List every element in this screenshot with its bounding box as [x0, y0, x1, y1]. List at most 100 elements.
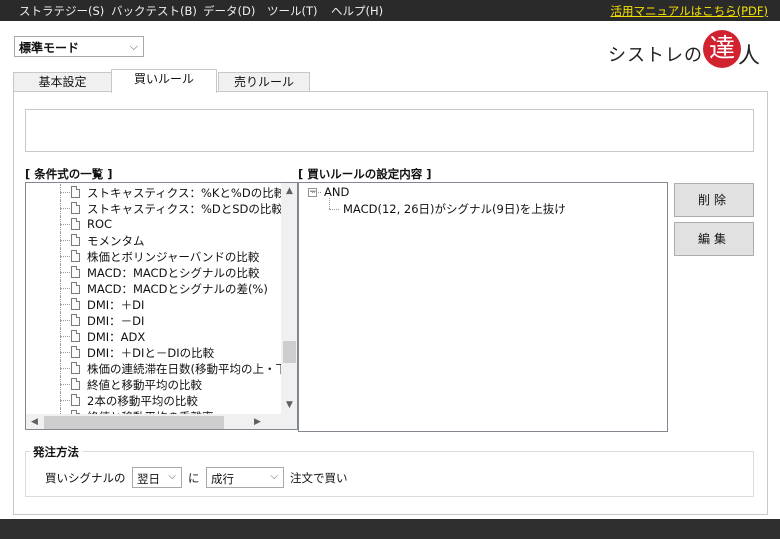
tree-connector [60, 256, 70, 257]
tab-sell-rules[interactable]: 売りルール [218, 72, 310, 91]
conditions-label: [ 条件式の一覧 ] [25, 167, 113, 181]
tree-connector [329, 198, 330, 209]
scroll-right-icon[interactable]: ▶ [249, 414, 266, 429]
document-icon [71, 282, 80, 294]
app-logo: シストレの 達 人 [608, 28, 761, 72]
tree-connector [60, 304, 70, 305]
condition-label: 株価の連続滞在日数(移動平均の上・下) [87, 362, 281, 376]
chevron-down-icon: ⌵ [270, 471, 278, 482]
order-type-value: 成行 [211, 472, 234, 486]
logo-text-suffix: 人 [738, 44, 761, 69]
delete-button[interactable]: 削除 [674, 183, 754, 217]
list-item[interactable]: 2本の移動平均の比較 [26, 392, 281, 408]
tree-connector [60, 208, 70, 209]
tab-basic-settings[interactable]: 基本設定 [13, 72, 112, 91]
mode-select-value: 標準モード [19, 41, 80, 55]
list-item[interactable]: DMI：＋DI [26, 296, 281, 312]
order-day-select[interactable]: 翌日 ⌵ [132, 467, 182, 488]
menu-data[interactable]: データ(D) [203, 3, 255, 19]
manual-link[interactable]: 活用マニュアルはこちら(PDF) [610, 3, 768, 19]
document-icon [71, 218, 80, 230]
condition-label: モメンタム [87, 234, 145, 248]
list-item[interactable]: 終値と移動平均の比較 [26, 376, 281, 392]
rule-condition-item[interactable]: MACD(12, 26日)がシグナル(9日)を上抜け [343, 201, 566, 217]
condition-list: ストキャスティクス：%Kと%Dの比較 ストキャスティクス：%DとSDの比較 ROC モ… [26, 183, 281, 414]
document-icon [71, 346, 80, 358]
tab-buy-rules[interactable]: 買いルール [111, 69, 217, 93]
logo-seal: 達 [703, 30, 741, 68]
condition-label: MACD：MACDとシグナルの比較 [87, 266, 260, 280]
chevron-down-icon: ⌵ [129, 40, 138, 53]
vertical-scrollbar[interactable]: ▲ ▼ [281, 183, 297, 414]
tree-connector [329, 209, 339, 210]
list-item[interactable]: 株価の連続滞在日数(移動平均の上・下) [26, 360, 281, 376]
rule-description-box[interactable] [25, 109, 754, 152]
list-item[interactable]: MACD：MACDとシグナルの差(%) [26, 280, 281, 296]
hscroll-thumb[interactable] [44, 416, 224, 429]
list-item[interactable]: ストキャスティクス：%DとSDの比較 [26, 200, 281, 216]
order-prefix-label: 買いシグナルの [45, 471, 126, 485]
order-particle-label: に [188, 471, 200, 485]
document-icon [71, 378, 80, 390]
edit-button[interactable]: 編集 [674, 222, 754, 256]
condition-label: DMI：ADX [87, 330, 146, 344]
document-icon [71, 298, 80, 310]
rule-root-and[interactable]: AND [324, 185, 349, 199]
document-icon [71, 362, 80, 374]
order-suffix-label: 注文で買い [290, 471, 348, 485]
menu-backtest[interactable]: バックテスト(B) [111, 3, 197, 19]
condition-label: 株価とボリンジャーバンドの比較 [87, 250, 260, 264]
document-icon [71, 186, 80, 198]
document-icon [71, 394, 80, 406]
list-item[interactable]: モメンタム [26, 232, 281, 248]
chevron-down-icon: ⌵ [168, 471, 176, 482]
tree-connector [312, 192, 321, 193]
tree-connector [60, 400, 70, 401]
tree-connector [60, 240, 70, 241]
tree-connector [60, 352, 70, 353]
list-item[interactable]: DMI：＋DIと－DIの比較 [26, 344, 281, 360]
scroll-corner [281, 414, 297, 429]
document-icon [71, 202, 80, 214]
menu-strategy[interactable]: ストラテジー(S) [19, 3, 104, 19]
condition-label: ストキャスティクス：%DとSDの比較 [87, 202, 281, 216]
document-icon [71, 330, 80, 342]
tree-connector [60, 320, 70, 321]
scroll-left-icon[interactable]: ◀ [26, 414, 43, 429]
order-type-select[interactable]: 成行 ⌵ [206, 467, 284, 488]
horizontal-scrollbar[interactable]: ◀ ▶ [26, 414, 281, 429]
condition-label: ストキャスティクス：%Kと%Dの比較 [87, 186, 281, 200]
condition-label: ROC [87, 217, 113, 231]
list-item[interactable]: DMI：－DI [26, 312, 281, 328]
condition-label: DMI：－DI [87, 314, 145, 328]
document-icon [71, 266, 80, 278]
document-icon [71, 250, 80, 262]
list-item[interactable]: MACD：MACDとシグナルの比較 [26, 264, 281, 280]
tree-connector [60, 224, 70, 225]
tree-connector [60, 272, 70, 273]
scroll-thumb[interactable] [283, 341, 296, 363]
rule-tree[interactable]: − AND MACD(12, 26日)がシグナル(9日)を上抜け [298, 182, 668, 432]
scroll-down-icon[interactable]: ▼ [281, 397, 297, 414]
condition-label: 終値と移動平均の比較 [87, 378, 202, 392]
scroll-up-icon[interactable]: ▲ [281, 183, 297, 200]
menu-tools[interactable]: ツール(T) [267, 3, 318, 19]
logo-text-prefix: シストレの [608, 45, 703, 66]
document-icon [71, 234, 80, 246]
tree-connector [60, 368, 70, 369]
list-item[interactable]: DMI：ADX [26, 328, 281, 344]
rule-contents-label: [ 買いルールの設定内容 ] [298, 167, 432, 181]
menu-help[interactable]: ヘルプ(H) [331, 3, 383, 19]
condition-label: MACD：MACDとシグナルの差(%) [87, 282, 268, 296]
tree-connector [60, 288, 70, 289]
condition-label: DMI：＋DI [87, 298, 145, 312]
order-day-value: 翌日 [137, 472, 160, 486]
list-item[interactable]: 株価とボリンジャーバンドの比較 [26, 248, 281, 264]
tree-connector [60, 336, 70, 337]
mode-select[interactable]: 標準モード ⌵ [14, 36, 144, 57]
list-item[interactable]: ROC [26, 216, 281, 232]
document-icon [71, 314, 80, 326]
list-item[interactable]: ストキャスティクス：%Kと%Dの比較 [26, 184, 281, 200]
condition-label: DMI：＋DIと－DIの比較 [87, 346, 215, 360]
condition-tree[interactable]: ストキャスティクス：%Kと%Dの比較 ストキャスティクス：%DとSDの比較 ROC モ… [25, 182, 298, 430]
